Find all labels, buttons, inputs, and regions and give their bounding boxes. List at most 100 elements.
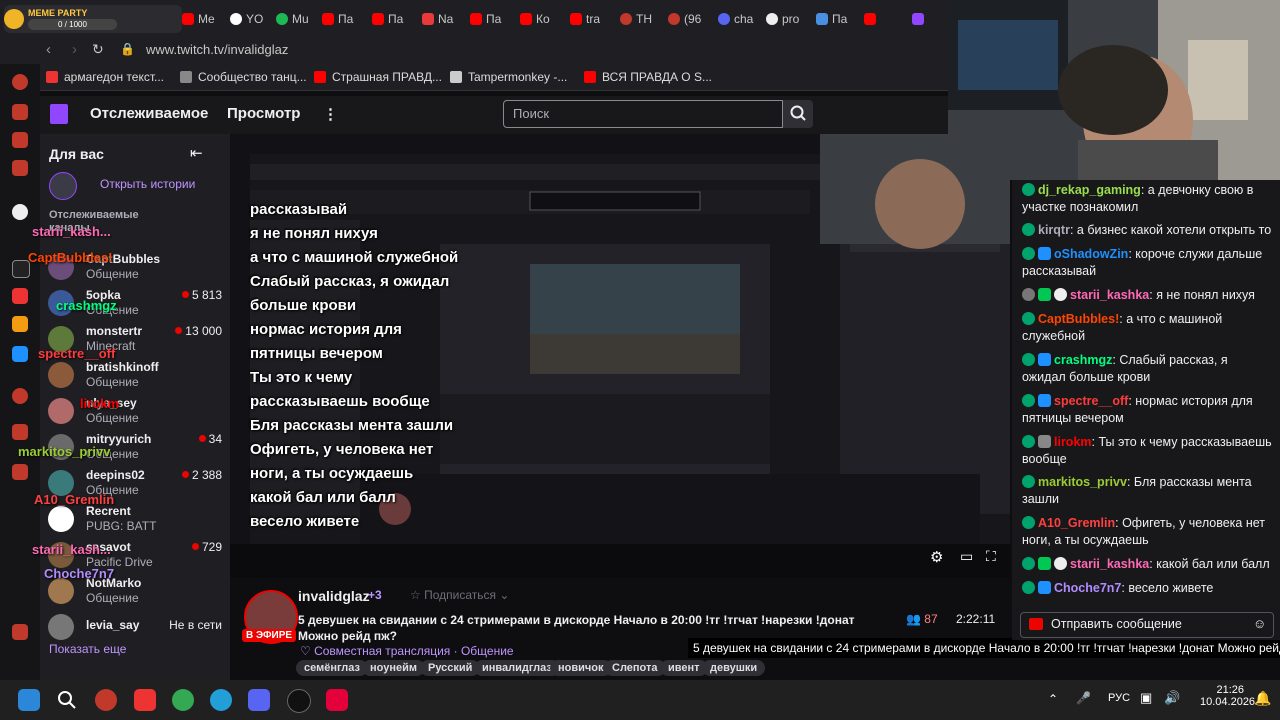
sidebar-app-icon[interactable]	[12, 316, 28, 332]
chat-username[interactable]: crashmgz	[1054, 353, 1112, 367]
forward-icon[interactable]: ›	[72, 41, 77, 58]
chat-username[interactable]: lirokm	[1054, 435, 1092, 449]
chat-username[interactable]: starii_kashka	[1070, 557, 1149, 571]
reload-icon[interactable]: ↻	[92, 41, 104, 58]
clock[interactable]: 21:26 10.04.2026	[1200, 684, 1255, 708]
emote-icon[interactable]: ☺	[1253, 616, 1266, 631]
tab-2[interactable]: YO	[230, 9, 268, 29]
stream-tag[interactable]: Русский	[420, 660, 481, 676]
tab-12[interactable]: cha	[718, 9, 758, 29]
tab-4[interactable]: Па	[322, 9, 360, 29]
co-streamers-count[interactable]: +3	[368, 588, 382, 602]
stream-category[interactable]: ♡ Совместная трансляция · Общение	[300, 644, 514, 658]
sidebar-app-icon[interactable]	[12, 624, 28, 640]
channel-item[interactable]: Recrent PUBG: BATT	[48, 502, 226, 538]
open-stories-link[interactable]: Открыть истории	[100, 177, 195, 191]
tab-10[interactable]: TH	[620, 9, 658, 29]
overlay-username: A10_Gremlin	[34, 492, 115, 507]
stories-avatar[interactable]	[49, 172, 77, 200]
chat-username[interactable]: Choche7n7	[1054, 581, 1121, 595]
tab-11[interactable]: (96	[668, 9, 706, 29]
twitch-logo-icon[interactable]	[50, 104, 68, 124]
chat-username[interactable]: kirqtr	[1038, 223, 1070, 237]
settings-icon[interactable]: ⚙	[930, 548, 943, 566]
notifications-icon[interactable]: 🔔	[1254, 690, 1271, 707]
bookmark-4[interactable]: Tampermonkey -...	[450, 70, 567, 84]
stream-tag[interactable]: девушки	[702, 660, 766, 676]
subscribe-button[interactable]: ☆ Подписаться ⌄	[402, 586, 517, 604]
stream-tag[interactable]: ивент	[660, 660, 708, 676]
tab-8[interactable]: Ко	[520, 9, 558, 29]
search-button[interactable]	[783, 100, 813, 128]
opera-gx-icon[interactable]	[95, 689, 117, 711]
sidebar-app-icon[interactable]	[12, 346, 28, 362]
sidebar-app-icon[interactable]	[12, 204, 28, 220]
chat-input[interactable]: Отправить сообщение ☺	[1020, 612, 1274, 638]
sidebar-app-icon[interactable]	[12, 388, 28, 404]
tab-twitch-active[interactable]	[912, 9, 942, 29]
video-player[interactable]: рассказывай я не понял нихуя а что с маш…	[230, 134, 1010, 578]
tab-15[interactable]	[864, 9, 904, 29]
tab-6[interactable]: Na	[422, 9, 460, 29]
tab-13[interactable]: pro	[766, 9, 806, 29]
nav-browse[interactable]: Просмотр	[227, 105, 300, 122]
url-field[interactable]: www.twitch.tv/invalidglaz	[146, 42, 288, 57]
sidebar-app-icon[interactable]	[12, 74, 28, 90]
sidebar-app-icon[interactable]	[12, 160, 28, 176]
bookmark-3[interactable]: Страшная ПРАВД...	[314, 70, 442, 84]
collapse-sidebar-icon[interactable]: ⇤	[190, 144, 203, 162]
channel-item[interactable]: ulya_sey Общение	[48, 394, 226, 430]
bookmark-2[interactable]: Сообщество танц...	[180, 70, 307, 84]
yandex-icon[interactable]	[12, 288, 28, 304]
search-icon[interactable]	[56, 689, 78, 711]
chat-username[interactable]: markitos_privv	[1038, 475, 1127, 489]
discord-icon[interactable]	[248, 689, 270, 711]
stream-tag[interactable]: Слепота	[604, 660, 666, 676]
sidebar-app-icon[interactable]	[12, 104, 28, 120]
chat-username[interactable]: A10_Gremlin	[1038, 516, 1115, 530]
tab-7[interactable]: Па	[470, 9, 508, 29]
nav-following[interactable]: Отслеживаемое	[90, 105, 208, 122]
tab-14[interactable]: Па	[816, 9, 856, 29]
yandex-browser-icon[interactable]	[134, 689, 156, 711]
bookmark-1[interactable]: армагедон текст...	[46, 70, 164, 84]
tray-expand-icon[interactable]: ⌃	[1048, 692, 1058, 706]
tiktok-icon[interactable]	[326, 689, 348, 711]
stream-tag[interactable]: семёнглаз	[296, 660, 369, 676]
volume-icon[interactable]: 🔊	[1164, 690, 1180, 706]
show-more-link[interactable]: Показать еще	[49, 642, 126, 656]
stream-tag[interactable]: ноунейм	[362, 660, 425, 676]
tab-5[interactable]: Па	[372, 9, 410, 29]
chrome-icon[interactable]	[172, 689, 194, 711]
obs-icon[interactable]	[287, 689, 311, 713]
chat-username[interactable]: oShadowZin	[1054, 247, 1128, 261]
tab-1[interactable]: Me	[182, 9, 220, 29]
channel-item-offline[interactable]: levia_say Не в сети	[48, 610, 226, 646]
nav-more-icon[interactable]: ⋮	[323, 105, 338, 123]
chat-username[interactable]: dj_rekap_gaming	[1038, 183, 1141, 197]
streamer-name[interactable]: invalidglaz	[298, 588, 370, 604]
tab-meme-party[interactable]: MEME PARTY 0 / 1000	[4, 5, 182, 33]
stream-tag[interactable]: инвалидглаз	[474, 660, 560, 676]
microphone-icon[interactable]: 🎤	[1076, 691, 1091, 705]
theatre-mode-icon[interactable]: ▭	[960, 548, 973, 565]
network-icon[interactable]: ▣	[1140, 690, 1152, 706]
fullscreen-icon[interactable]: ⛶	[986, 548, 996, 565]
tab-3[interactable]: Mu	[276, 9, 314, 29]
chat-username[interactable]: starii_kashka	[1070, 288, 1149, 302]
chat-username[interactable]: CaptBubbles!	[1038, 312, 1119, 326]
sidebar-app-icon[interactable]	[12, 132, 28, 148]
windows-start-icon[interactable]	[18, 689, 40, 711]
sidebar-app-icon[interactable]	[12, 424, 28, 440]
sidebar-app-icon[interactable]	[12, 464, 28, 480]
search-input[interactable]: Поиск	[503, 100, 783, 128]
tab-9[interactable]: tra	[570, 9, 608, 29]
tab-label: (96	[684, 12, 702, 26]
chat-username[interactable]: spectre__off	[1054, 394, 1128, 408]
bookmark-5[interactable]: ВСЯ ПРАВДА О S...	[584, 70, 712, 84]
back-icon[interactable]: ‹	[46, 41, 51, 58]
telegram-icon[interactable]	[210, 689, 232, 711]
stream-tag[interactable]: новичок	[550, 660, 612, 676]
language-indicator[interactable]: РУС	[1108, 692, 1130, 704]
channel-item[interactable]: bratishkinoff Общение	[48, 358, 226, 394]
